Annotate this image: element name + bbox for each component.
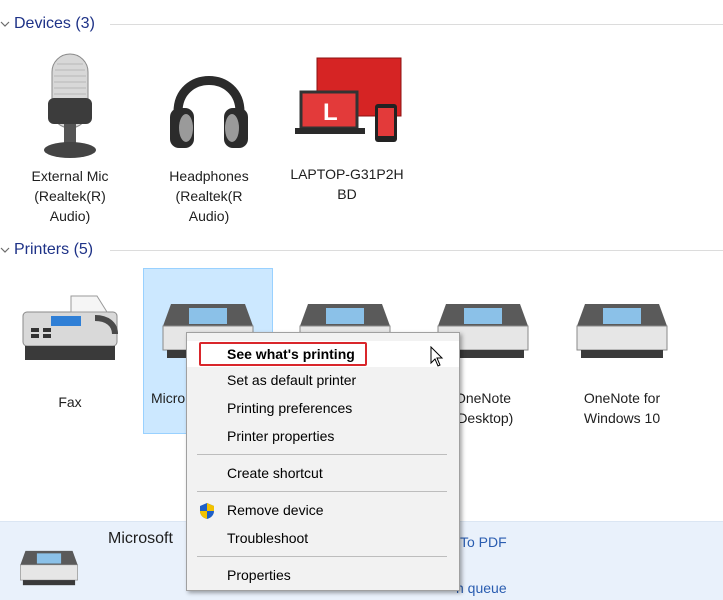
menu-item-label: Properties — [227, 567, 291, 583]
devices-section-title: Devices (3) — [14, 15, 95, 32]
menu-item-label: Troubleshoot — [227, 530, 309, 546]
highlight-annotation-box — [199, 342, 367, 366]
menu-item-printing-preferences[interactable]: Printing preferences — [187, 395, 459, 421]
headphones-icon — [170, 76, 248, 148]
details-printer-name: Microsoft — [108, 530, 173, 547]
device-label: Headphones (Realtek(R Audio) — [169, 168, 249, 224]
device-headphones[interactable]: Headphones (Realtek(R Audio) — [144, 50, 274, 226]
menu-item-label: Remove device — [227, 502, 324, 518]
shield-icon — [200, 503, 214, 519]
mouse-cursor-icon — [430, 346, 444, 367]
menu-separator — [197, 556, 447, 557]
section-divider — [110, 250, 723, 251]
printers-section-header[interactable]: Printers (5) — [0, 240, 723, 264]
device-label: External Mic (Realtek(R) Audio) — [31, 168, 109, 224]
printer-icon — [20, 550, 78, 586]
devices-section-header[interactable]: Devices (3) — [0, 14, 723, 38]
context-menu: See what's printing Set as default print… — [186, 332, 460, 591]
svg-text:L: L — [323, 99, 338, 126]
details-status: n queue — [456, 580, 507, 596]
menu-item-label: Create shortcut — [227, 465, 323, 481]
menu-item-label: Printer properties — [227, 428, 335, 444]
printer-icon — [576, 304, 668, 358]
device-laptop[interactable]: L LAPTOP-G31P2H BD — [282, 56, 412, 204]
menu-item-set-default-printer[interactable]: Set as default printer — [187, 367, 459, 393]
device-label: LAPTOP-G31P2H BD — [290, 166, 404, 202]
printer-onenote-win10[interactable]: OneNote for Windows 10 — [557, 296, 687, 428]
device-external-mic[interactable]: External Mic (Realtek(R) Audio) — [5, 50, 135, 226]
menu-item-properties[interactable]: Properties — [187, 562, 459, 588]
menu-item-printer-properties[interactable]: Printer properties — [187, 423, 459, 449]
printer-label: Fax — [58, 394, 82, 410]
printer-label: OneNote for Windows 10 — [583, 390, 661, 426]
printer-fax[interactable]: Fax — [5, 290, 135, 412]
menu-separator — [197, 491, 447, 492]
printers-section-title: Printers (5) — [14, 241, 94, 258]
chevron-down-icon — [0, 21, 10, 27]
chevron-down-icon — [0, 247, 10, 253]
menu-item-label: Set as default printer — [227, 372, 357, 388]
menu-item-label: Printing preferences — [227, 400, 353, 416]
microphone-icon — [44, 53, 96, 158]
menu-item-create-shortcut[interactable]: Create shortcut — [187, 460, 459, 486]
section-divider — [110, 24, 723, 25]
fax-icon — [22, 295, 118, 360]
laptop-icon: L — [295, 57, 402, 142]
menu-separator — [197, 454, 447, 455]
menu-item-remove-device[interactable]: Remove device — [187, 497, 459, 523]
details-model: To PDF — [460, 534, 507, 550]
menu-item-troubleshoot[interactable]: Troubleshoot — [187, 525, 459, 551]
